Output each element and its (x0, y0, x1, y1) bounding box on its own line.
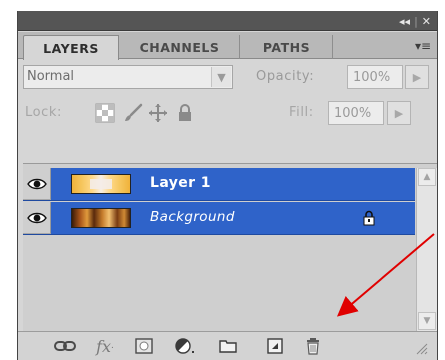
fill-field[interactable]: 100% (328, 101, 384, 125)
resize-grip-icon[interactable] (413, 340, 431, 358)
lock-image-pixels-icon[interactable] (123, 103, 143, 123)
fill-slider-arrow-icon[interactable]: ▶ (387, 101, 411, 125)
blend-mode-value: Normal (27, 69, 75, 84)
new-layer-icon[interactable] (264, 336, 286, 356)
tab-paths[interactable]: PATHS (241, 35, 333, 59)
blend-mode-select[interactable]: Normal ▼ (23, 65, 233, 89)
fill-value: 100% (334, 105, 372, 121)
lock-position-icon[interactable] (148, 103, 168, 123)
layers-list: Layer 1 Background ▲ ▼ (23, 163, 437, 332)
layer-style-icon[interactable]: fx. (94, 336, 116, 356)
opacity-label: Opacity: (256, 69, 315, 84)
layer-thumbnail (71, 208, 131, 228)
button-separator: | (414, 14, 418, 28)
layer-name: Layer 1 (150, 175, 211, 191)
layer-thumbnail (71, 174, 131, 194)
visibility-toggle[interactable] (23, 168, 51, 200)
adjustment-layer-icon[interactable] (174, 336, 196, 356)
panel-title-bar: ◂◂ | ✕ (18, 11, 437, 31)
layer-row-background[interactable]: Background (23, 202, 415, 235)
chevron-down-icon[interactable]: ▼ (211, 67, 231, 87)
panel-tabs: LAYERS CHANNELS PATHS ▾≡ (18, 32, 437, 60)
scroll-down-icon[interactable]: ▼ (418, 312, 436, 330)
eye-icon (26, 178, 47, 189)
blend-row: Normal ▼ Opacity: 100% ▶ (18, 59, 437, 95)
opacity-field[interactable]: 100% (347, 65, 403, 89)
new-group-icon[interactable] (217, 336, 239, 356)
layers-scrollbar[interactable]: ▲ ▼ (416, 168, 437, 332)
tab-layers[interactable]: LAYERS (23, 35, 119, 60)
window-buttons: ◂◂ | ✕ (399, 14, 431, 28)
layer-name: Background (150, 209, 235, 225)
eye-icon (26, 212, 47, 223)
fill-label: Fill: (289, 105, 314, 120)
scroll-up-icon[interactable]: ▲ (418, 168, 436, 186)
tab-channels[interactable]: CHANNELS (120, 35, 240, 59)
delete-layer-icon[interactable] (302, 336, 324, 356)
lock-icon (363, 210, 375, 226)
lock-row: Lock: Fill: 100% ▶ (18, 95, 437, 161)
panel-menu-icon[interactable]: ▾≡ (415, 39, 431, 53)
opacity-slider-arrow-icon[interactable]: ▶ (405, 65, 429, 89)
lock-all-icon[interactable] (175, 103, 195, 123)
link-layers-icon[interactable] (54, 336, 76, 356)
lock-transparent-icon[interactable] (95, 103, 115, 123)
layer-row-layer-1[interactable]: Layer 1 (23, 168, 415, 201)
collapse-icon[interactable]: ◂◂ (399, 15, 410, 28)
visibility-toggle[interactable] (23, 202, 51, 234)
close-icon[interactable]: ✕ (422, 15, 431, 28)
layer-mask-icon[interactable] (133, 336, 155, 356)
lock-label: Lock: (25, 105, 63, 120)
layers-panel: ◂◂ | ✕ LAYERS CHANNELS PATHS ▾≡ Normal ▼… (17, 11, 438, 360)
layers-toolbar: fx. (18, 331, 437, 360)
opacity-value: 100% (353, 69, 391, 85)
